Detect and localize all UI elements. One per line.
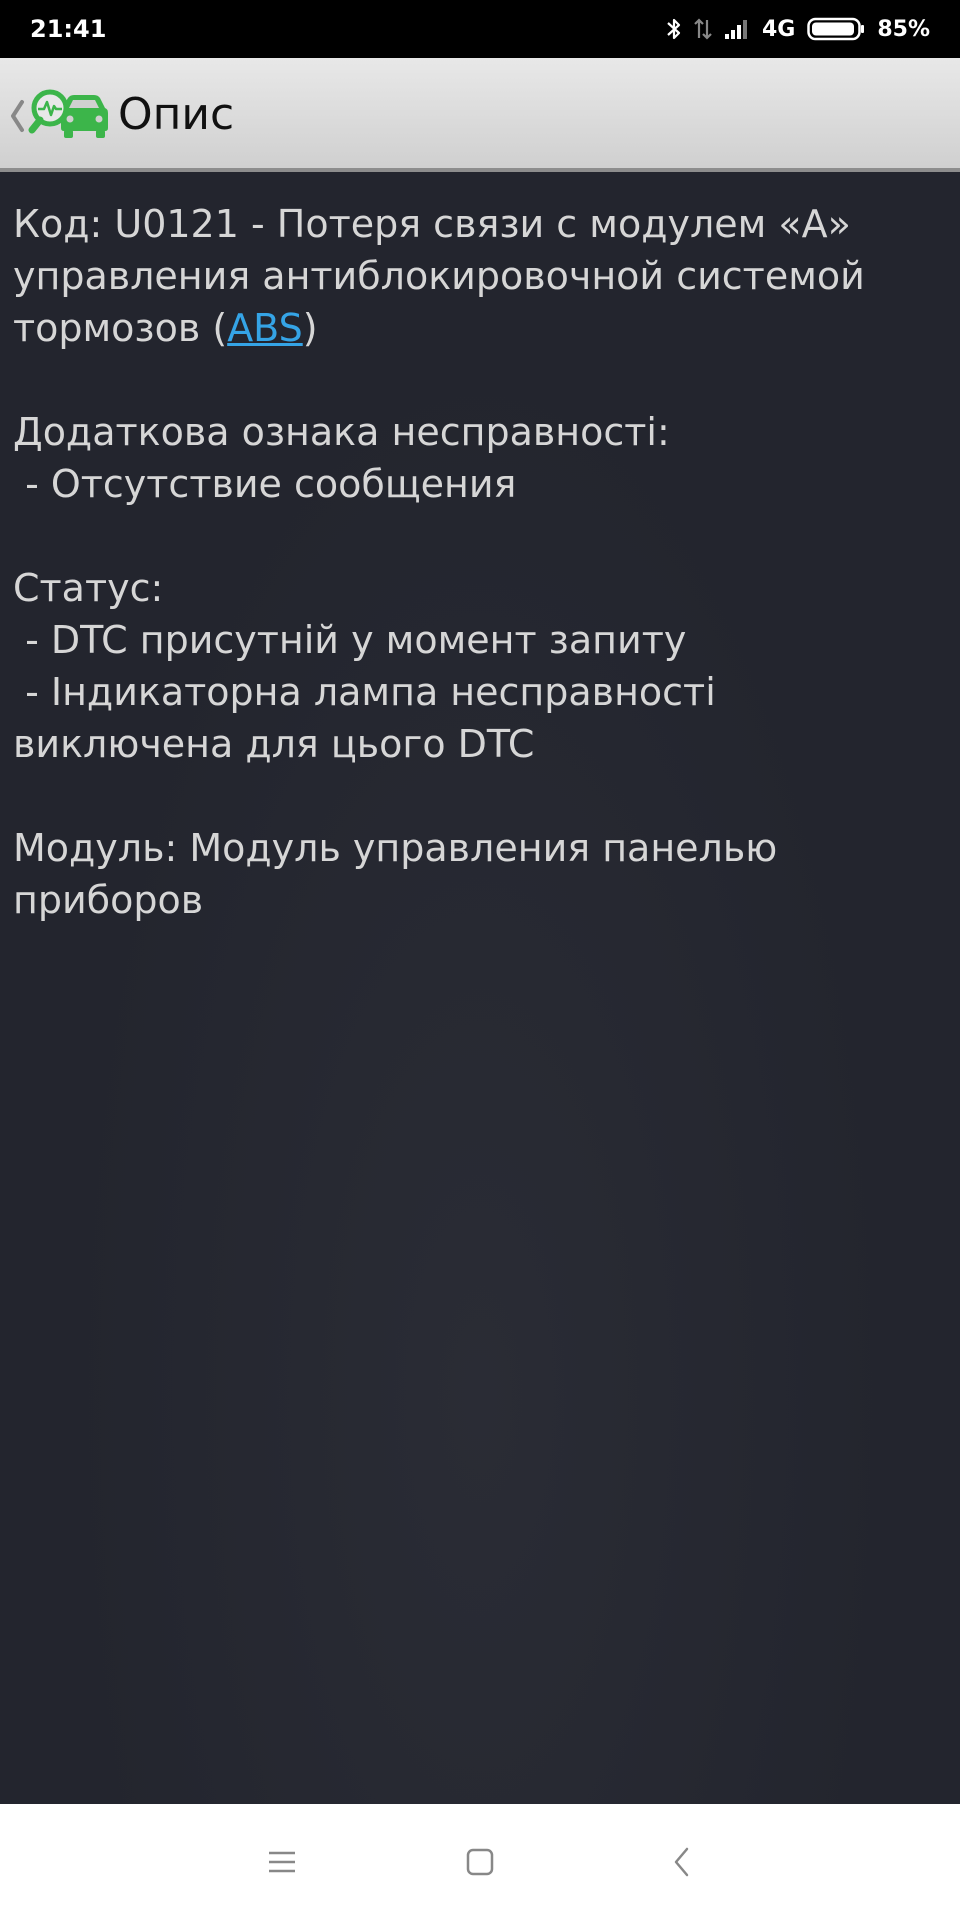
status-bar: 21:41 4G 85%: [0, 0, 960, 58]
status-item: - DTC присутній у момент запиту: [13, 618, 687, 662]
car-diagnostic-icon[interactable]: [28, 86, 110, 146]
description-panel: Код: U0121 - Потеря связи с модулем «A» …: [0, 172, 960, 1804]
battery-icon: [807, 16, 865, 42]
home-icon[interactable]: [452, 1834, 508, 1890]
data-transfer-icon: [694, 17, 712, 41]
bluetooth-icon: [666, 17, 682, 41]
dtc-code-paragraph: Код: U0121 - Потеря связи с модулем «A» …: [13, 198, 943, 354]
status-time: 21:41: [30, 15, 107, 43]
battery-percent: 85%: [877, 16, 930, 42]
extra-sign-heading: Додаткова ознака несправності:: [13, 410, 670, 454]
extra-sign-item: - Отсутствие сообщения: [13, 462, 517, 506]
back-icon[interactable]: [654, 1834, 710, 1890]
action-bar: Опис: [0, 58, 960, 172]
status-item: - Індикаторна лампа несправності виключе…: [13, 670, 728, 766]
page-title: Опис: [118, 89, 235, 140]
dtc-description: Код: U0121 - Потеря связи с модулем «A» …: [13, 198, 943, 926]
abs-link[interactable]: ABS: [227, 306, 303, 350]
back-chevron-icon[interactable]: [8, 96, 26, 136]
dtc-code-suffix: ): [302, 306, 318, 350]
navigation-bar: [0, 1804, 960, 1920]
module-text: Модуль: Модуль управления панелью прибор…: [13, 826, 778, 922]
dtc-code-text: Код: U0121 - Потеря связи с модулем «A» …: [13, 202, 865, 350]
status-heading: Статус:: [13, 566, 164, 610]
status-icons: 4G 85%: [666, 0, 930, 58]
signal-icon: [724, 18, 750, 40]
menu-icon[interactable]: [254, 1834, 310, 1890]
network-type: 4G: [761, 16, 796, 42]
